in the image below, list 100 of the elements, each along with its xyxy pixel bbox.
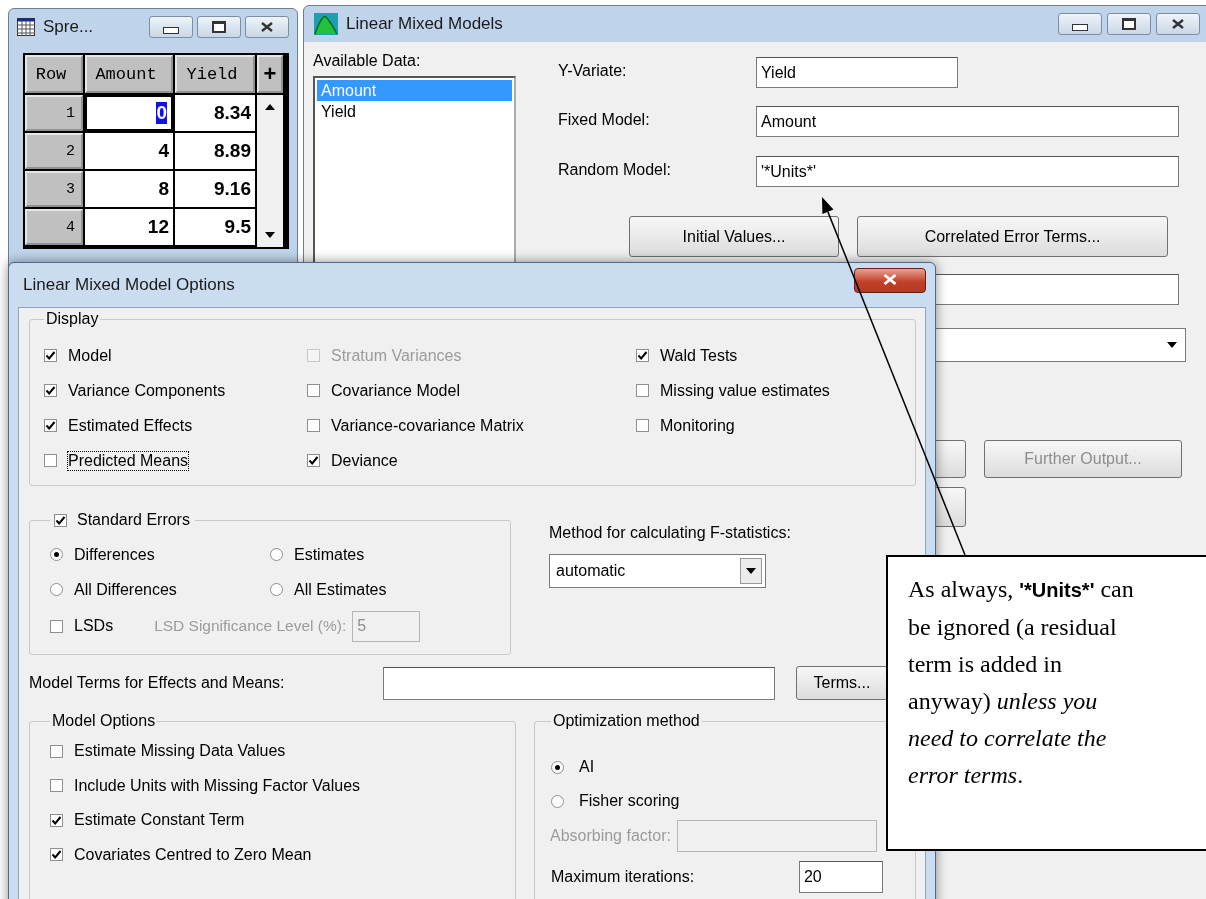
checkbox-label: Covariance Model [330, 380, 461, 401]
column-header: Yield [175, 55, 255, 93]
checkbox[interactable] [44, 349, 57, 362]
close-icon [883, 274, 897, 285]
checkbox-label: Model [67, 345, 113, 366]
field-label: Absorbing factor: [549, 827, 671, 845]
maximize-button[interactable] [1107, 13, 1151, 35]
field-label: Method for calculating F-statistics: [549, 524, 791, 542]
terms-button[interactable]: Terms... [796, 666, 888, 700]
group-label: Display [46, 310, 99, 327]
radio-label: AI [577, 757, 596, 777]
field-label: Fixed Model: [558, 110, 651, 129]
close-button[interactable] [854, 268, 926, 293]
field-label: Y-Variate: [558, 61, 628, 80]
checkbox-label: Deviance [330, 450, 399, 471]
input-field[interactable]: Amount [756, 106, 1179, 137]
table-cell: 9.5 [175, 209, 255, 245]
dialog-button[interactable]: Correlated Error Terms... [857, 216, 1168, 257]
dialog-button[interactable]: Initial Values... [629, 216, 839, 257]
group-label: Optimization method [552, 712, 700, 729]
radio-label: Fisher scoring [577, 791, 681, 811]
add-column-button[interactable]: + [257, 55, 283, 93]
table-cell: 8.89 [175, 133, 255, 169]
checkbox[interactable] [44, 384, 57, 397]
input-field[interactable] [383, 666, 775, 700]
checkbox[interactable] [50, 744, 63, 758]
radio-label: Differences [73, 544, 156, 565]
minimize-button[interactable] [149, 16, 193, 38]
checkbox[interactable] [50, 779, 63, 793]
column-header: Row [25, 55, 83, 93]
close-icon [261, 22, 273, 32]
checkbox-label: Standard Errors [76, 510, 191, 530]
checkbox[interactable] [307, 384, 320, 397]
table-cell: 8 [85, 171, 173, 207]
radio-button[interactable] [550, 760, 564, 774]
checkbox-label: Variance-covariance Matrix [330, 415, 525, 436]
close-button[interactable] [1156, 13, 1200, 35]
row-header: 2 [25, 133, 83, 169]
table-cell: 8.34 [175, 95, 255, 131]
checkbox[interactable] [307, 419, 320, 432]
field-label: Maximum iterations: [550, 868, 696, 886]
checkbox-label: Predicted Means [67, 450, 190, 471]
table-cell: 4 [85, 133, 173, 169]
up-arrow-icon[interactable] [264, 103, 276, 111]
maximize-button[interactable] [197, 16, 241, 38]
checkbox-label: Covariates Centred to Zero Mean [73, 844, 313, 865]
down-arrow-icon[interactable] [264, 231, 276, 239]
caret-icon [1167, 342, 1177, 348]
checkbox-label: Monitoring [659, 415, 736, 436]
list-item[interactable]: Yield [317, 101, 512, 122]
input-field[interactable]: '*Units*' [756, 156, 1179, 187]
checkbox[interactable] [54, 513, 67, 527]
table-cell: 0 [85, 95, 173, 131]
checkbox[interactable] [50, 619, 63, 633]
curve-icon [314, 13, 338, 35]
field-label: LSD Significance Level (%): [154, 617, 347, 635]
row-header: 3 [25, 171, 83, 207]
row-header: 1 [25, 95, 83, 131]
radio-label: All Estimates [293, 579, 388, 600]
radio-label: All Differences [73, 579, 178, 600]
column-header: Amount [85, 55, 173, 93]
checkbox-label: Estimate Constant Term [73, 810, 246, 831]
input-field[interactable]: Yield [756, 57, 958, 88]
field-label: Model Terms for Effects and Means: [29, 674, 286, 692]
caret-icon [746, 568, 756, 574]
group-label: Model Options [52, 712, 156, 729]
checkbox[interactable] [50, 813, 63, 827]
dropdown[interactable]: automatic [549, 554, 766, 588]
input-field[interactable]: 20 [798, 861, 883, 893]
checkbox[interactable] [307, 454, 320, 467]
scrollbar[interactable] [257, 95, 283, 247]
field-label: Random Model: [558, 160, 672, 179]
minimize-button[interactable] [1058, 13, 1102, 35]
window-title: Linear Mixed Models [346, 14, 503, 34]
checkbox[interactable] [636, 349, 649, 362]
checkbox[interactable] [50, 848, 63, 862]
radio-button[interactable] [50, 583, 63, 596]
checkbox[interactable] [636, 384, 649, 397]
checkbox-label: Include Units with Missing Factor Values [73, 775, 362, 796]
field-label: Available Data: [313, 52, 422, 70]
grid-icon [17, 18, 35, 36]
table-cell: 9.16 [175, 171, 255, 207]
radio-button[interactable] [270, 583, 283, 596]
table-cell: 12 [85, 209, 173, 245]
checkbox-label: Wald Tests [659, 345, 739, 366]
checkbox[interactable] [636, 419, 649, 432]
checkbox-label: Missing value estimates [659, 380, 831, 401]
checkbox-label: LSDs [73, 616, 115, 636]
window-title: Linear Mixed Model Options [23, 275, 235, 295]
checkbox-label: Variance Components [67, 380, 227, 401]
radio-label: Estimates [293, 544, 366, 565]
radio-button[interactable] [270, 548, 283, 561]
close-button[interactable] [245, 16, 289, 38]
checkbox-label: Estimated Effects [67, 415, 194, 436]
radio-button[interactable] [550, 794, 564, 808]
row-header: 4 [25, 209, 83, 245]
checkbox[interactable] [44, 419, 57, 432]
checkbox[interactable] [44, 454, 57, 467]
close-icon [1172, 19, 1184, 29]
radio-button[interactable] [50, 548, 63, 561]
